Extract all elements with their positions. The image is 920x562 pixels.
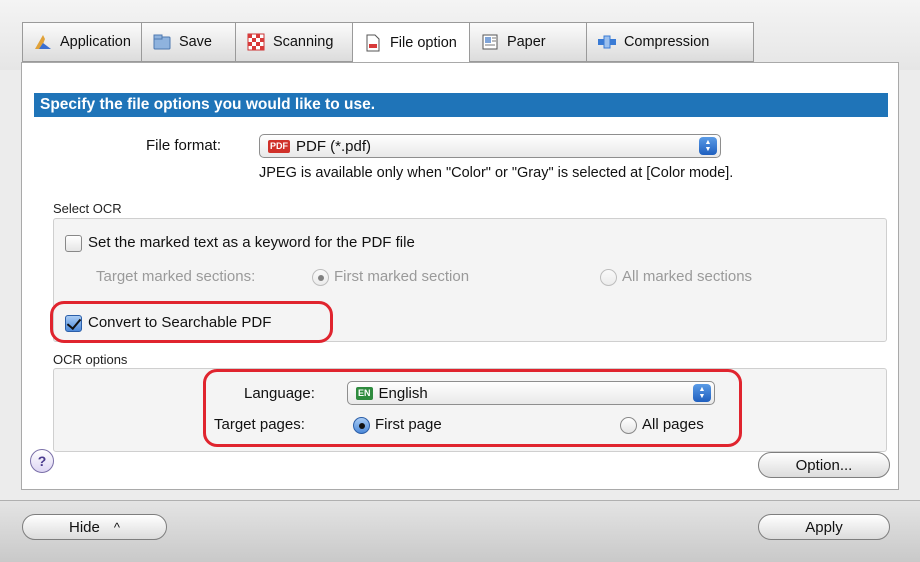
- option-button[interactable]: Option...: [758, 452, 890, 478]
- language-label: Language:: [244, 385, 315, 402]
- scan-settings-window: Application Save Scanning File option Pa…: [0, 0, 920, 562]
- convert-searchable-checkbox[interactable]: [65, 315, 82, 332]
- all-pages-label: All pages: [642, 416, 704, 433]
- first-marked-section-radio[interactable]: [312, 269, 329, 286]
- all-pages-radio[interactable]: [620, 417, 637, 434]
- tab-label: Application: [60, 34, 131, 50]
- compression-icon: [597, 33, 617, 51]
- ocr-options-title: OCR options: [53, 352, 128, 367]
- apply-button[interactable]: Apply: [758, 514, 890, 540]
- hide-button-label: Hide: [69, 518, 100, 536]
- chevron-up-icon: ^: [113, 519, 120, 535]
- select-arrows-icon: ▲ ▼: [693, 384, 711, 402]
- target-pages-label: Target pages:: [214, 416, 305, 433]
- tab-label: Compression: [623, 34, 710, 50]
- tab-bar: Application Save Scanning File option Pa…: [22, 22, 754, 63]
- tab-file-option[interactable]: File option: [351, 22, 469, 63]
- apply-button-label: Apply: [805, 518, 843, 536]
- english-flag-icon: EN: [356, 386, 373, 400]
- bottom-bar: Hide ^ Apply: [0, 500, 920, 562]
- first-marked-section-label: First marked section: [334, 268, 470, 285]
- file-format-select[interactable]: PDF PDF (*.pdf) ▲ ▼: [259, 134, 721, 158]
- select-ocr-title: Select OCR: [53, 201, 122, 216]
- tab-label: File option: [389, 34, 457, 51]
- tab-scanning[interactable]: Scanning: [234, 22, 352, 62]
- first-page-radio[interactable]: [353, 417, 370, 434]
- file-option-icon: [363, 34, 383, 52]
- keyword-checkbox[interactable]: [65, 235, 82, 252]
- save-icon: [152, 33, 172, 51]
- file-format-note: JPEG is available only when "Color" or "…: [259, 165, 734, 181]
- keyword-checkbox-label: Set the marked text as a keyword for the…: [88, 234, 415, 251]
- help-icon[interactable]: ?: [30, 449, 54, 473]
- convert-searchable-label: Convert to Searchable PDF: [88, 314, 272, 331]
- file-format-label: File format:: [146, 137, 222, 154]
- option-button-label: Option...: [795, 456, 853, 474]
- language-value: English: [378, 384, 428, 402]
- select-arrows-icon: ▲ ▼: [699, 137, 717, 155]
- tab-label: Scanning: [272, 34, 334, 50]
- scanning-icon: [246, 33, 266, 51]
- first-page-label: First page: [375, 416, 442, 433]
- language-select[interactable]: EN English ▲ ▼: [347, 381, 715, 405]
- tab-compression[interactable]: Compression: [585, 22, 754, 62]
- all-marked-sections-radio[interactable]: [600, 269, 617, 286]
- target-marked-label: Target marked sections:: [96, 268, 256, 285]
- panel-header: Specify the file options you would like …: [34, 93, 888, 117]
- file-format-value: PDF (*.pdf): [296, 137, 372, 155]
- hide-button[interactable]: Hide ^: [22, 514, 167, 540]
- tab-label: Paper: [506, 34, 546, 50]
- tab-strip: Application Save Scanning File option Pa…: [0, 0, 920, 70]
- pdf-format-icon: PDF: [268, 139, 290, 153]
- tab-application[interactable]: Application: [22, 22, 141, 62]
- tab-save[interactable]: Save: [140, 22, 235, 62]
- application-icon: [33, 33, 53, 51]
- tab-paper[interactable]: Paper: [468, 22, 586, 62]
- file-option-panel: Specify the file options you would like …: [21, 62, 899, 490]
- paper-icon: [480, 33, 500, 51]
- tab-label: Save: [178, 34, 212, 50]
- all-marked-sections-label: All marked sections: [622, 268, 753, 285]
